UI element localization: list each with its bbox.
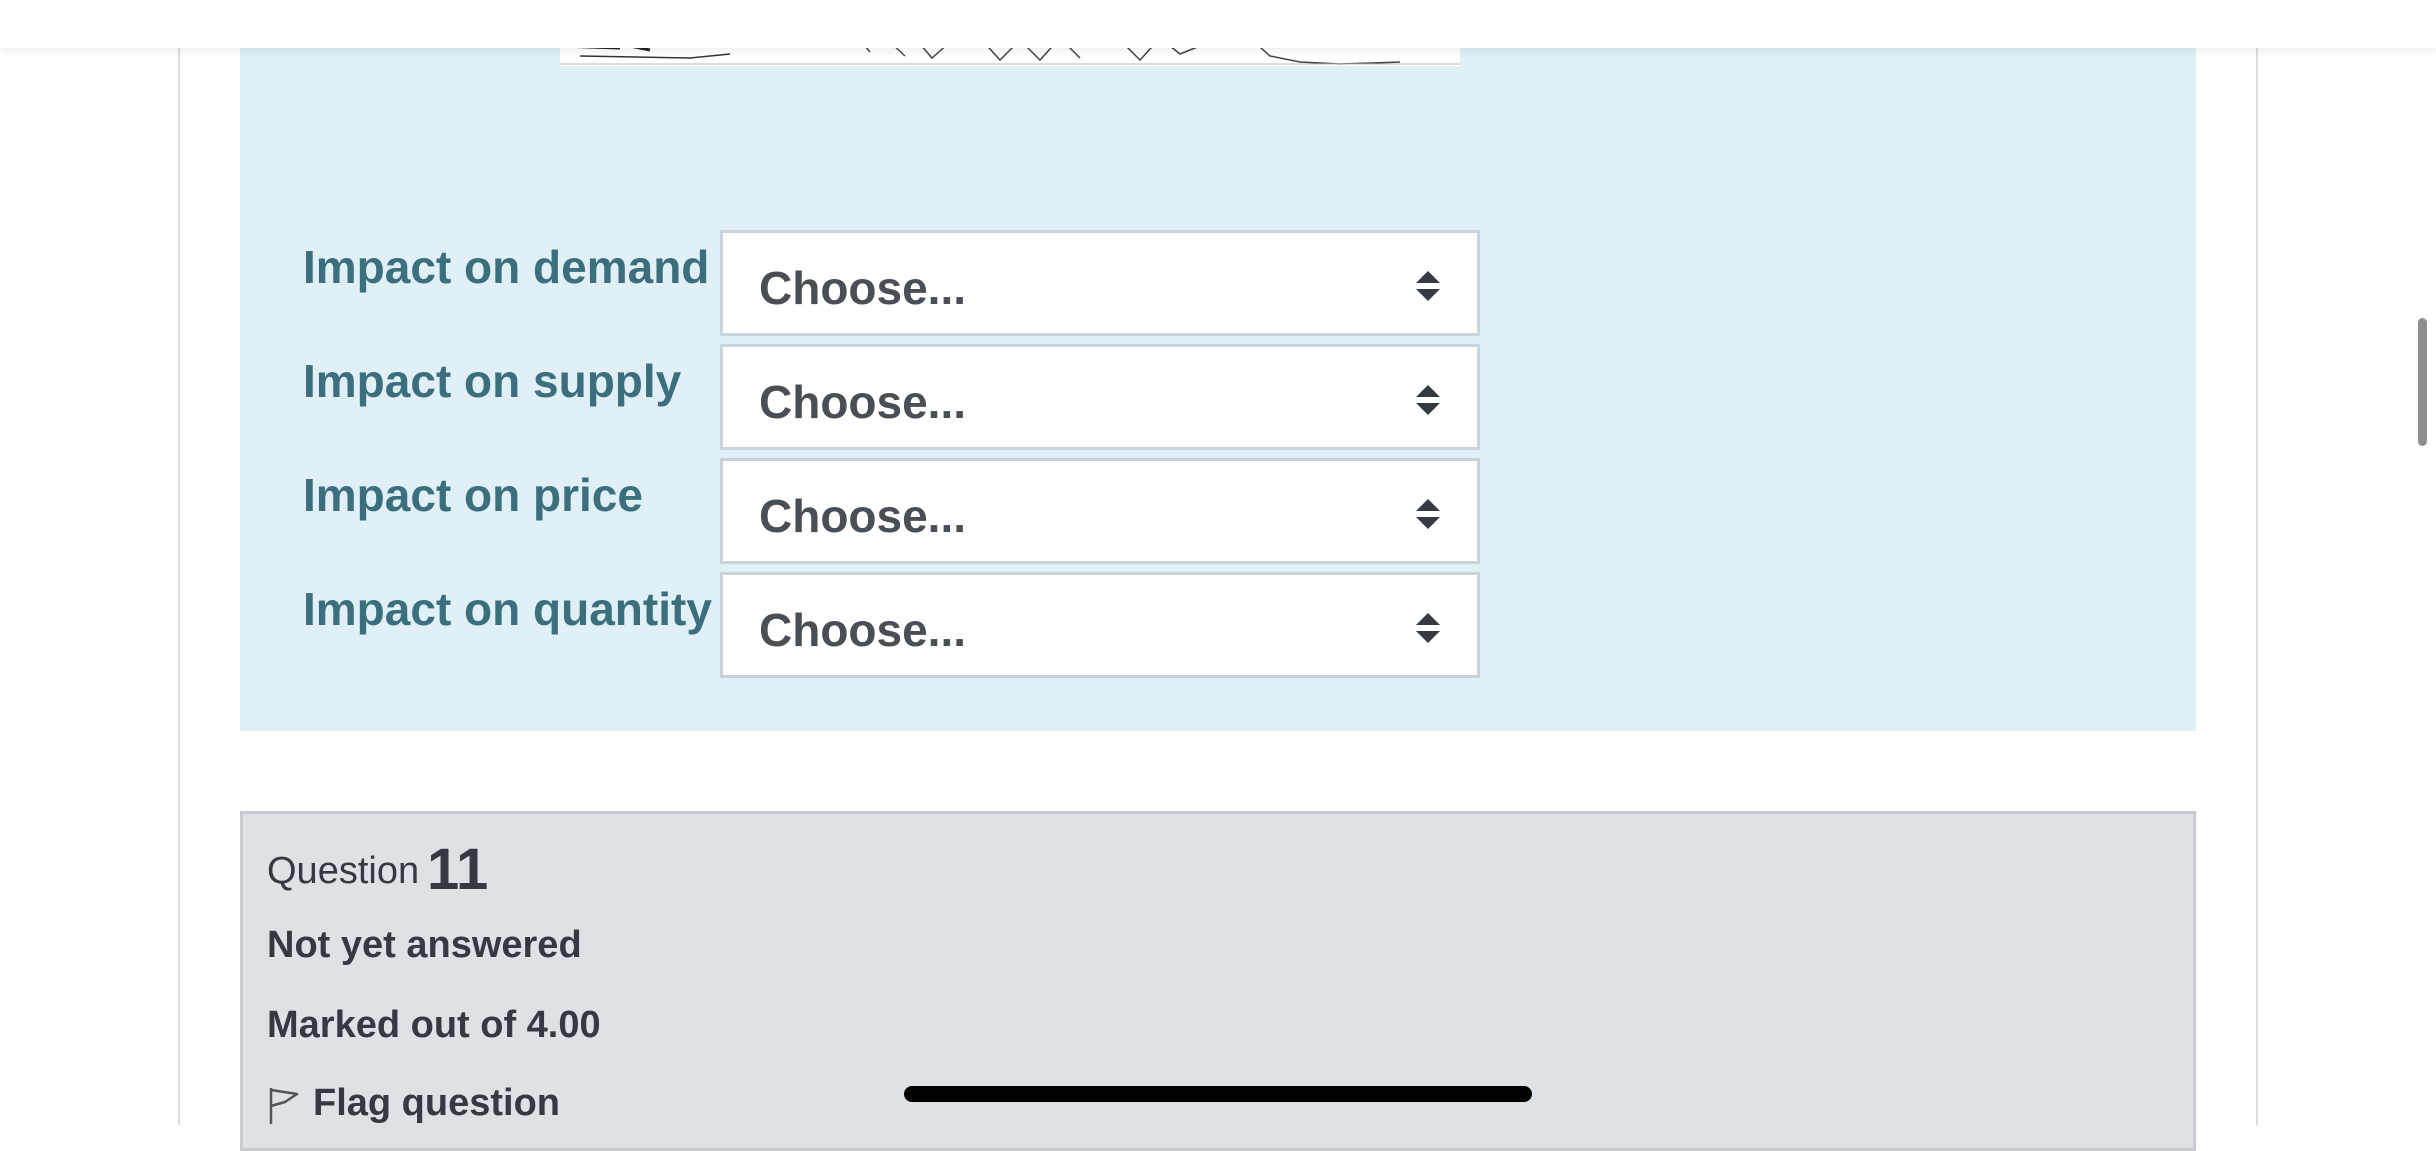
answer-label-quantity: Impact on quantity <box>303 583 712 635</box>
question-number: 11 <box>427 837 489 902</box>
flag-icon <box>269 1088 299 1124</box>
question-grade: Marked out of 4.00 <box>267 1004 601 1046</box>
answer-label-demand: Impact on demand <box>303 241 710 293</box>
question-prefix: Question <box>267 850 420 892</box>
demand-select[interactable]: Choose... <box>720 230 1480 336</box>
answer-label-price: Impact on price <box>303 469 643 521</box>
supply-select[interactable]: Choose... <box>720 344 1480 450</box>
demand-select-value: Choose... <box>759 262 967 314</box>
price-select[interactable]: Choose... <box>720 458 1480 564</box>
page-border-right <box>2256 0 2258 1125</box>
answer-row-demand: Impact on demand Choose... <box>240 230 2196 340</box>
sort-arrows-icon <box>1416 271 1440 301</box>
answer-row-quantity: Impact on quantity Choose... <box>240 572 2196 682</box>
sort-arrows-icon <box>1416 385 1440 415</box>
sort-arrows-icon <box>1416 499 1440 529</box>
home-indicator <box>904 1086 1532 1102</box>
question-content: Impact on demand Choose... Impact on sup… <box>240 0 2196 731</box>
flag-question-label: Flag question <box>313 1082 560 1124</box>
price-select-value: Choose... <box>759 490 967 542</box>
supply-select-value: Choose... <box>759 376 967 428</box>
answer-row-price: Impact on price Choose... <box>240 458 2196 568</box>
sort-arrows-icon <box>1416 613 1440 643</box>
scrollbar-thumb[interactable] <box>2418 318 2427 446</box>
question-state: Not yet answered <box>267 924 582 966</box>
answer-label-supply: Impact on supply <box>303 355 682 407</box>
page-border-left <box>178 0 180 1125</box>
quantity-select[interactable]: Choose... <box>720 572 1480 678</box>
top-header-bar <box>0 0 2436 48</box>
answer-row-supply: Impact on supply Choose... <box>240 344 2196 454</box>
quantity-select-value: Choose... <box>759 604 967 656</box>
